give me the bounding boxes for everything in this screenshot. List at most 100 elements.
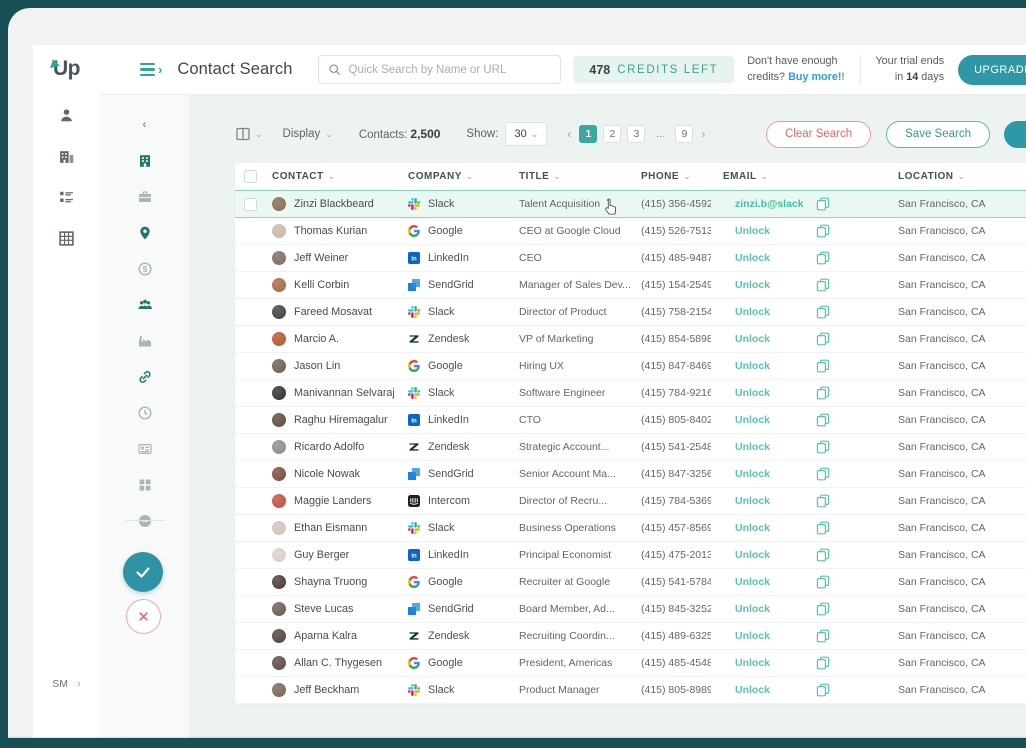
- contact-cell[interactable]: Guy Berger: [265, 548, 403, 562]
- filters-menu-toggle[interactable]: ›: [140, 62, 162, 77]
- copy-icon[interactable]: [803, 575, 843, 589]
- clear-search-button[interactable]: Clear Search: [766, 120, 872, 148]
- contact-cell[interactable]: Zinzi Blackbeard: [265, 197, 403, 211]
- company-cell[interactable]: Google: [403, 225, 503, 237]
- per-page-select[interactable]: 30 ⌄: [505, 122, 548, 146]
- contact-cell[interactable]: Thomas Kurian: [265, 224, 403, 238]
- unlock-email-link[interactable]: Unlock: [735, 252, 770, 264]
- contact-cell[interactable]: Marcio A.: [265, 332, 403, 346]
- col-header-contact[interactable]: CONTACT ⌄: [265, 171, 403, 182]
- contact-row[interactable]: Nicole Nowak SendGrid Senior Account Ma...…: [235, 461, 1026, 488]
- copy-icon[interactable]: [803, 386, 843, 400]
- copy-icon[interactable]: [803, 224, 843, 238]
- unlock-email-link[interactable]: Unlock: [735, 306, 770, 318]
- collapse-filters-button[interactable]: ‹: [100, 117, 189, 131]
- page-button-2[interactable]: 2: [603, 125, 622, 143]
- contact-row[interactable]: Jason Lin Google Hiring UX (415) 847-8469 Un…: [235, 353, 1026, 380]
- contact-cell[interactable]: Aparna Kalra: [265, 629, 403, 643]
- col-header-email[interactable]: EMAIL ⌄: [711, 171, 803, 182]
- company-cell[interactable]: Google: [403, 576, 503, 588]
- unlock-email-link[interactable]: Unlock: [735, 522, 770, 534]
- contact-cell[interactable]: Jason Lin: [265, 359, 403, 373]
- contact-row[interactable]: Shayna Truong Google Recruiter at Google (4…: [235, 569, 1026, 596]
- col-header-phone[interactable]: PHONE ⌄: [635, 171, 711, 182]
- card-filter-icon[interactable]: [137, 441, 153, 457]
- copy-icon[interactable]: [803, 359, 843, 373]
- briefcase-filter-icon[interactable]: [137, 189, 153, 205]
- unlock-email-link[interactable]: Unlock: [735, 414, 770, 426]
- page-button-3[interactable]: 3: [627, 125, 646, 143]
- company-cell[interactable]: Intercom: [403, 495, 503, 507]
- unlock-email-link[interactable]: Unlock: [735, 603, 770, 615]
- buy-more-link[interactable]: Buy more!: [788, 71, 841, 83]
- contact-cell[interactable]: Jeff Weiner: [265, 251, 403, 265]
- contact-row[interactable]: Jeff Beckham Slack Product Manager (415) 80…: [235, 677, 1026, 704]
- company-cell[interactable]: in LinkedIn: [403, 549, 503, 561]
- contact-cell[interactable]: Allan C. Thygesen: [265, 656, 403, 670]
- factory-filter-icon[interactable]: [137, 333, 153, 349]
- email-link[interactable]: zinzi.b@slack.com: [735, 198, 803, 210]
- company-cell[interactable]: Slack: [403, 387, 503, 399]
- page-button-1[interactable]: 1: [579, 125, 598, 143]
- col-header-company[interactable]: COMPANY ⌄: [403, 171, 503, 182]
- copy-icon[interactable]: [803, 305, 843, 319]
- person-icon[interactable]: [58, 107, 75, 124]
- contact-row[interactable]: Marcio A. Zendesk VP of Marketing (415) 854…: [235, 326, 1026, 353]
- clock-filter-icon[interactable]: [137, 405, 153, 421]
- contact-row[interactable]: Maggie Landers Intercom Director of Recru.…: [235, 488, 1026, 515]
- link-filter-icon[interactable]: [137, 369, 153, 385]
- company-cell[interactable]: SendGrid: [403, 468, 503, 480]
- contact-cell[interactable]: Shayna Truong: [265, 575, 403, 589]
- unlock-email-link[interactable]: Unlock: [735, 549, 770, 561]
- copy-icon[interactable]: [803, 332, 843, 346]
- contact-row[interactable]: Ethan Eismann Slack Business Operations (41…: [235, 515, 1026, 542]
- download-button-partial[interactable]: [1004, 120, 1026, 148]
- company-cell[interactable]: SendGrid: [403, 603, 503, 615]
- company-cell[interactable]: in LinkedIn: [403, 252, 503, 264]
- user-menu[interactable]: SM ›: [33, 678, 100, 690]
- unlock-email-link[interactable]: Unlock: [735, 387, 770, 399]
- contact-cell[interactable]: Ricardo Adolfo: [265, 440, 403, 454]
- select-all-checkbox[interactable]: [244, 170, 257, 183]
- display-dropdown[interactable]: Display ⌄: [283, 128, 333, 140]
- contact-row[interactable]: Allan C. Thygesen Google President, Americ…: [235, 650, 1026, 677]
- unlock-email-link[interactable]: Unlock: [735, 468, 770, 480]
- unlock-email-link[interactable]: Unlock: [735, 495, 770, 507]
- unlock-email-link[interactable]: Unlock: [735, 441, 770, 453]
- pin-filter-icon[interactable]: [137, 225, 153, 241]
- clear-filters-button[interactable]: ✕: [126, 599, 161, 634]
- quick-search-input[interactable]: [348, 63, 552, 76]
- copy-icon[interactable]: [803, 548, 843, 562]
- contact-cell[interactable]: Kelli Corbin: [265, 278, 403, 292]
- buildings-icon[interactable]: [58, 148, 75, 165]
- unlock-email-link[interactable]: Unlock: [735, 279, 770, 291]
- row-checkbox[interactable]: [244, 197, 257, 211]
- company-cell[interactable]: Slack: [403, 684, 503, 696]
- copy-icon[interactable]: [803, 602, 843, 616]
- unlock-email-link[interactable]: Unlock: [735, 360, 770, 372]
- contact-row[interactable]: Jeff Weiner in LinkedIn CEO (415) 485-9487 Un…: [235, 245, 1026, 272]
- app-logo[interactable]: Up: [48, 57, 81, 81]
- unlock-email-link[interactable]: Unlock: [735, 684, 770, 696]
- contact-row[interactable]: Guy Berger in LinkedIn Principal Economist (…: [235, 542, 1026, 569]
- company-cell[interactable]: Slack: [403, 198, 503, 210]
- copy-icon[interactable]: [803, 197, 843, 211]
- contact-row[interactable]: Zinzi Blackbeard Slack Talent Acquisition (…: [235, 190, 1026, 218]
- table-icon[interactable]: [58, 230, 75, 247]
- company-cell[interactable]: Zendesk: [403, 333, 503, 345]
- company-cell[interactable]: SendGrid: [403, 279, 503, 291]
- contact-cell[interactable]: Nicole Nowak: [265, 467, 403, 481]
- col-header-location[interactable]: LOCATION ⌄: [843, 171, 1026, 182]
- unlock-email-link[interactable]: Unlock: [735, 657, 770, 669]
- columns-dropdown[interactable]: ⌄: [235, 126, 263, 142]
- people-filter-icon[interactable]: [137, 297, 153, 313]
- unlock-email-link[interactable]: Unlock: [735, 333, 770, 345]
- copy-icon[interactable]: [803, 656, 843, 670]
- grid-filter-icon[interactable]: [137, 477, 153, 493]
- contact-row[interactable]: Ricardo Adolfo Zendesk Strategic Account..…: [235, 434, 1026, 461]
- company-cell[interactable]: Slack: [403, 522, 503, 534]
- upgrade-button[interactable]: UPGRADE: [958, 54, 1026, 85]
- contact-cell[interactable]: Fareed Mosavat: [265, 305, 403, 319]
- copy-icon[interactable]: [803, 683, 843, 697]
- contact-cell[interactable]: Manivannan Selvaraj: [265, 386, 403, 400]
